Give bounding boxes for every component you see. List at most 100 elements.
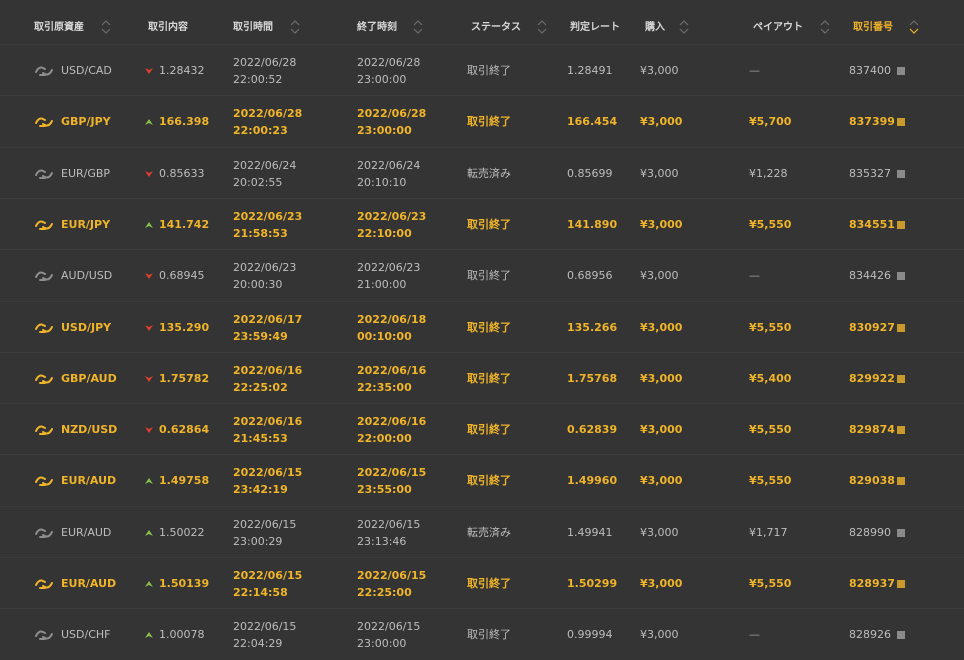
status-text: 取引終了: [467, 423, 511, 437]
asset-name: GBP/JPY: [61, 115, 111, 129]
arrow-up-icon: [144, 475, 154, 485]
end-date: 2022/06/15: [357, 466, 427, 480]
table-row[interactable]: AUD/USD 0.68945 2022/06/23 20:00:30 2022/06/…: [0, 249, 964, 301]
start-time: 2022/06/23 21:58:53: [233, 208, 302, 242]
table-row[interactable]: USD/JPY 135.290 2022/06/17 23:59:49 2022/06/…: [0, 300, 964, 353]
start-time: 2022/06/23 20:00:30: [233, 259, 296, 293]
judgement-rate: 1.28491: [567, 64, 613, 77]
arrow-down-icon: [144, 168, 154, 178]
entry-rate: 1.50022: [159, 525, 205, 539]
entry-rate: 1.49758: [159, 474, 210, 488]
start-time: 2022/06/28 22:00:52: [233, 54, 296, 88]
status-text: 取引終了: [467, 269, 511, 283]
column-header-status[interactable]: ステータス: [471, 20, 521, 36]
start-clock: 22:25:02: [233, 380, 288, 394]
trade-id: 828990: [849, 525, 891, 539]
table-row[interactable]: NZD/USD 0.62864 2022/06/16 21:45:53 2022/06/…: [0, 403, 964, 455]
sort-icon[interactable]: [679, 19, 689, 35]
payout-amount: ¥5,550: [749, 474, 792, 488]
table-row[interactable]: EUR/AUD 1.49758 2022/06/15 23:42:19 2022/06/…: [0, 454, 964, 506]
arrow-up-icon: [144, 629, 154, 639]
table-row[interactable]: GBP/AUD 1.75782 2022/06/16 22:25:02 2022/06/…: [0, 351, 964, 404]
arrow-down-icon: [144, 270, 154, 280]
redaction-mark: [897, 426, 905, 435]
judgement-rate: 135.266: [567, 320, 618, 334]
start-clock: 23:59:49: [233, 329, 288, 343]
end-date: 2022/06/15: [357, 620, 421, 634]
status-text: 取引終了: [467, 474, 511, 488]
column-header-direction[interactable]: 取引内容: [148, 20, 188, 36]
purchase-amount: ¥3,000: [640, 423, 683, 437]
end-date: 2022/06/16: [357, 415, 427, 429]
start-time: 2022/06/17 23:59:49: [233, 311, 302, 345]
start-date: 2022/06/23: [233, 261, 297, 275]
entry-rate: 0.68945: [159, 269, 205, 283]
end-date: 2022/06/28: [357, 56, 421, 69]
sort-icon[interactable]: [820, 19, 830, 35]
column-header-rate[interactable]: 判定レート: [570, 20, 620, 36]
redaction-mark: [897, 118, 905, 127]
table-row[interactable]: EUR/JPY 141.742 2022/06/23 21:58:53 2022/06/…: [0, 197, 964, 250]
sort-icon[interactable]: [909, 19, 919, 35]
sort-icon[interactable]: [413, 19, 423, 35]
start-clock: 22:00:52: [233, 73, 283, 86]
start-clock: 22:14:58: [233, 586, 288, 599]
arrow-down-icon: [144, 373, 154, 383]
sort-icon[interactable]: [537, 19, 547, 35]
column-header-payout[interactable]: ペイアウト: [753, 20, 803, 36]
arrow-up-icon: [144, 219, 154, 229]
arrow-down-icon: [144, 65, 154, 75]
purchase-amount: ¥3,000: [640, 64, 679, 77]
payout-amount: ¥5,400: [749, 371, 792, 385]
asset-name: USD/CHF: [61, 628, 111, 642]
sort-icon[interactable]: [101, 19, 111, 35]
status-text: 転売済み: [467, 525, 511, 539]
redaction-mark: [897, 323, 905, 332]
exchange-icon: [34, 268, 54, 284]
entry-rate: 0.62864: [159, 423, 210, 437]
judgement-rate: 1.75768: [567, 371, 618, 385]
table-row[interactable]: USD/CHF 1.00078 2022/06/15 22:04:29 2022/06/…: [0, 608, 964, 660]
table-row[interactable]: GBP/JPY 166.398 2022/06/28 22:00:23 2022/06/…: [0, 95, 964, 147]
exchange-icon: [34, 217, 54, 233]
column-header-trade-id[interactable]: 取引番号: [853, 20, 893, 36]
purchase-amount: ¥3,000: [640, 474, 683, 488]
column-header-start-time[interactable]: 取引時間: [233, 20, 273, 36]
table-row[interactable]: EUR/GBP 0.85633 2022/06/24 20:02:55 2022/06/…: [0, 146, 964, 199]
column-header-asset[interactable]: 取引原資産: [34, 20, 84, 36]
trade-id: 837400: [849, 64, 891, 77]
payout-amount: ¥5,550: [749, 423, 792, 437]
judgement-rate: 0.68956: [567, 269, 613, 283]
column-header-end-time[interactable]: 終了時刻: [357, 20, 397, 36]
judgement-rate: 0.62839: [567, 423, 618, 437]
payout-amount: ¥5,550: [749, 320, 792, 334]
redaction-mark: [897, 169, 905, 178]
arrow-up-icon: [144, 578, 154, 588]
start-date: 2022/06/16: [233, 363, 303, 377]
payout-amount: ¥1,717: [749, 525, 788, 539]
entry-rate: 0.85633: [159, 166, 205, 180]
end-date: 2022/06/15: [357, 517, 421, 531]
table-row[interactable]: EUR/AUD 1.50022 2022/06/15 23:00:29 2022/06/…: [0, 505, 964, 558]
entry-rate: 141.742: [159, 217, 210, 231]
exchange-icon: [34, 63, 54, 79]
start-time: 2022/06/28 22:00:23: [233, 105, 302, 139]
column-header-purchase[interactable]: 購入: [645, 20, 665, 36]
purchase-amount: ¥3,000: [640, 320, 683, 334]
entry-rate: 1.50139: [159, 577, 210, 590]
entry-rate: 1.75782: [159, 371, 210, 385]
end-time: 2022/06/18 00:10:00: [357, 311, 426, 345]
sort-icon[interactable]: [290, 19, 300, 35]
table-row[interactable]: USD/CAD 1.28432 2022/06/28 22:00:52 2022/06/…: [0, 44, 964, 96]
end-time: 2022/06/16 22:00:00: [357, 413, 426, 447]
trade-id: 829874: [849, 423, 895, 437]
end-clock: 00:10:00: [357, 329, 412, 343]
judgement-rate: 0.85699: [567, 166, 613, 180]
start-date: 2022/06/15: [233, 517, 297, 531]
table-row[interactable]: EUR/AUD 1.50139 2022/06/15 22:14:58 2022/06/…: [0, 557, 964, 609]
start-date: 2022/06/23: [233, 209, 303, 223]
start-date: 2022/06/15: [233, 466, 303, 480]
redaction-mark: [897, 477, 905, 486]
end-time: 2022/06/15 23:13:46: [357, 516, 420, 550]
redaction-mark: [897, 528, 905, 537]
